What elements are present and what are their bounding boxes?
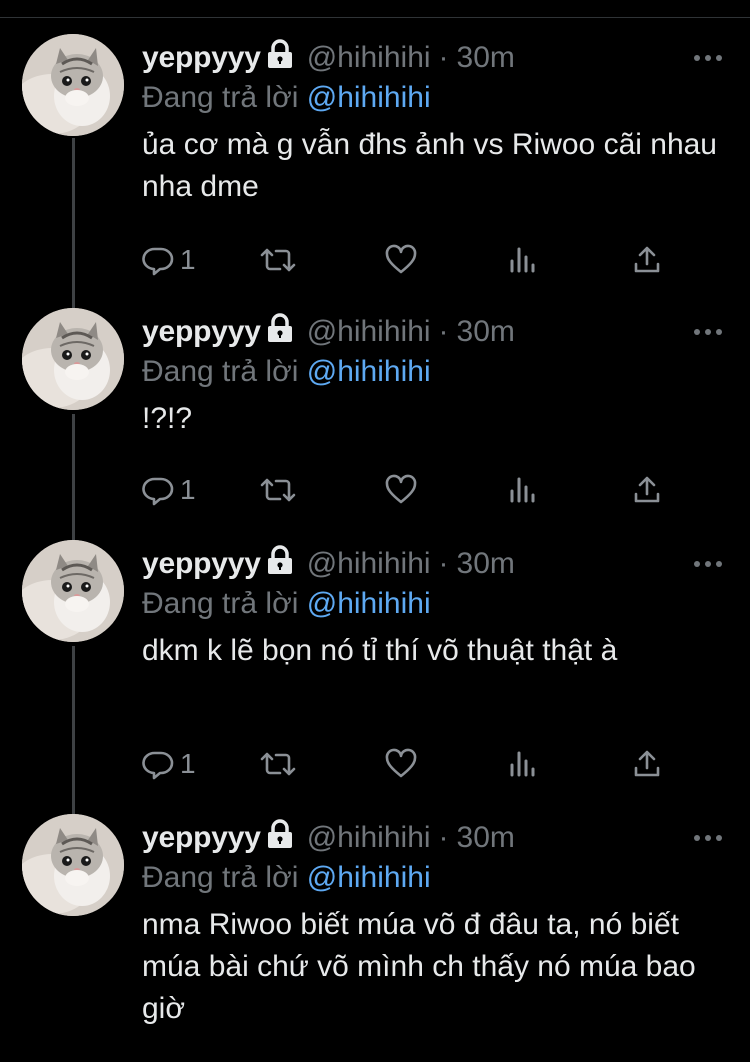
like-button[interactable] (384, 746, 418, 782)
avatar[interactable] (22, 540, 124, 642)
lock-icon (267, 312, 293, 354)
analytics-icon (508, 748, 538, 780)
reply-button[interactable]: 1 (142, 472, 196, 508)
analytics-icon (508, 244, 538, 276)
reply-icon (142, 244, 174, 276)
analytics-icon (508, 474, 538, 506)
like-button[interactable] (384, 472, 418, 508)
more-icon[interactable] (694, 558, 722, 570)
timestamp[interactable]: 30m (457, 818, 515, 858)
tweet[interactable]: yeppyyy @hihihihi · 30m Đang trả lời @hi… (0, 540, 750, 790)
tweet-actions: 1 (142, 472, 682, 508)
mention-link[interactable]: @hihihihi (307, 81, 431, 114)
tweet-text: ủa cơ mà g vẫn đhs ảnh vs Riwoo cãi nhau… (142, 128, 717, 203)
user-handle[interactable]: @hihihihi (307, 312, 431, 352)
tweet-text: nma Riwoo biết múa võ đ đâu ta, nó biết … (142, 908, 696, 1025)
analytics-button[interactable] (508, 746, 538, 782)
reply-icon (142, 474, 174, 506)
more-icon[interactable] (694, 832, 722, 844)
retweet-button[interactable] (258, 242, 298, 278)
tweet-text: !?!? (142, 402, 193, 435)
replying-to: Đang trả lời @hihihihi (142, 584, 431, 624)
lock-icon (267, 544, 293, 586)
tweet-text: dkm k lẽ bọn nó tỉ thí võ thuật thật à (142, 634, 618, 667)
replying-to: Đang trả lời @hihihihi (142, 78, 431, 118)
replying-prefix: Đang trả lời (142, 587, 299, 620)
share-icon (632, 748, 662, 780)
tweet-actions: 1 (142, 746, 682, 782)
retweet-button[interactable] (258, 472, 298, 508)
separator-dot: · (438, 41, 449, 74)
user-handle[interactable]: @hihihihi (307, 818, 431, 858)
reply-button[interactable]: 1 (142, 242, 196, 278)
replying-prefix: Đang trả lời (142, 861, 299, 894)
reply-count: 1 (180, 244, 196, 275)
tweet[interactable]: yeppyyy @hihihihi · 30m Đang trả lời @hi… (0, 308, 750, 528)
separator-dot: · (438, 821, 449, 854)
like-icon (384, 474, 418, 506)
tweet[interactable]: yeppyyy @hihihihi · 30m Đang trả lời @hi… (0, 814, 750, 1062)
mention-link[interactable]: @hihihihi (307, 587, 431, 620)
lock-icon (267, 38, 293, 80)
separator-dot: · (438, 315, 449, 348)
display-name[interactable]: yeppyyy (142, 38, 261, 78)
retweet-button[interactable] (258, 746, 298, 782)
retweet-icon (258, 244, 298, 276)
mention-link[interactable]: @hihihihi (307, 861, 431, 894)
avatar[interactable] (22, 34, 124, 136)
more-icon[interactable] (694, 52, 722, 64)
reply-icon (142, 748, 174, 780)
reply-count: 1 (180, 748, 196, 779)
like-button[interactable] (384, 242, 418, 278)
tweet-actions: 1 (142, 242, 682, 278)
top-divider (0, 17, 750, 18)
separator-dot: · (438, 547, 449, 580)
replying-prefix: Đang trả lời (142, 81, 299, 114)
display-name[interactable]: yeppyyy (142, 544, 261, 584)
retweet-icon (258, 748, 298, 780)
like-icon (384, 748, 418, 780)
user-handle[interactable]: @hihihihi (307, 38, 431, 78)
reply-count: 1 (180, 474, 196, 505)
replying-prefix: Đang trả lời (142, 355, 299, 388)
user-handle[interactable]: @hihihihi (307, 544, 431, 584)
retweet-icon (258, 474, 298, 506)
timestamp[interactable]: 30m (457, 544, 515, 584)
avatar[interactable] (22, 814, 124, 916)
lock-icon (267, 818, 293, 860)
display-name[interactable]: yeppyyy (142, 312, 261, 352)
display-name[interactable]: yeppyyy (142, 818, 261, 858)
more-icon[interactable] (694, 326, 722, 338)
analytics-button[interactable] (508, 242, 538, 278)
like-icon (384, 244, 418, 276)
timestamp[interactable]: 30m (457, 38, 515, 78)
tweet[interactable]: yeppyyy @hihihihi · 30m Đang trả lời @hi… (0, 34, 750, 284)
replying-to: Đang trả lời @hihihihi (142, 352, 431, 392)
analytics-button[interactable] (508, 472, 538, 508)
share-button[interactable] (632, 746, 662, 782)
reply-button[interactable]: 1 (142, 746, 196, 782)
mention-link[interactable]: @hihihihi (307, 355, 431, 388)
share-icon (632, 474, 662, 506)
replying-to: Đang trả lời @hihihihi (142, 858, 431, 898)
avatar[interactable] (22, 308, 124, 410)
share-button[interactable] (632, 242, 662, 278)
share-button[interactable] (632, 472, 662, 508)
share-icon (632, 244, 662, 276)
timestamp[interactable]: 30m (457, 312, 515, 352)
